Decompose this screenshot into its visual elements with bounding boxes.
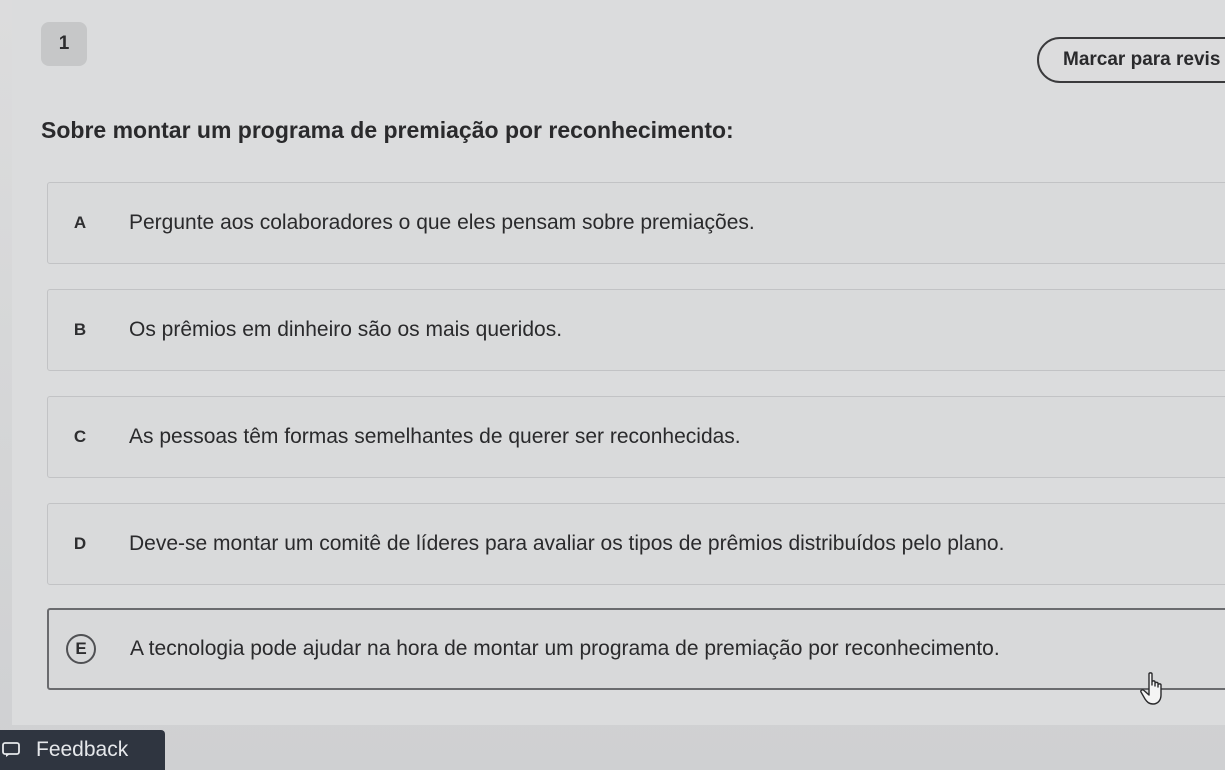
option-c[interactable]: C As pessoas têm formas semelhantes de q… bbox=[47, 396, 1225, 478]
option-letter: D bbox=[73, 534, 87, 553]
option-letter: E bbox=[66, 634, 96, 664]
feedback-label: Feedback bbox=[36, 738, 129, 761]
option-text: Os prêmios em dinheiro são os mais queri… bbox=[129, 318, 563, 341]
option-letter: B bbox=[73, 320, 87, 339]
option-e[interactable]: E A tecnologia pode ajudar na hora de mo… bbox=[47, 608, 1225, 690]
feedback-button[interactable]: Feedback bbox=[0, 730, 165, 770]
option-text: Pergunte aos colaboradores o que eles pe… bbox=[129, 211, 755, 234]
question-prompt: Sobre montar um programa de premiação po… bbox=[41, 117, 734, 143]
feedback-icon bbox=[2, 742, 20, 757]
option-a[interactable]: A Pergunte aos colaboradores o que eles … bbox=[47, 182, 1225, 264]
option-text: A tecnologia pode ajudar na hora de mont… bbox=[130, 637, 1000, 660]
option-letter: C bbox=[73, 427, 87, 446]
option-b[interactable]: B Os prêmios em dinheiro são os mais que… bbox=[47, 289, 1225, 371]
page: 1 Marcar para revis Sobre montar um prog… bbox=[0, 0, 1225, 770]
option-text: As pessoas têm formas semelhantes de que… bbox=[129, 425, 741, 448]
mark-for-review-button[interactable]: Marcar para revis bbox=[1037, 37, 1225, 83]
question-number-badge: 1 bbox=[41, 22, 87, 66]
option-text: Deve-se montar um comitê de líderes para… bbox=[129, 532, 1005, 555]
question-number: 1 bbox=[58, 33, 70, 54]
mark-for-review-label: Marcar para revis bbox=[1063, 49, 1221, 70]
option-d[interactable]: D Deve-se montar um comitê de líderes pa… bbox=[47, 503, 1225, 585]
option-letter: A bbox=[73, 213, 87, 232]
hand-pointer-icon bbox=[1140, 672, 1162, 705]
